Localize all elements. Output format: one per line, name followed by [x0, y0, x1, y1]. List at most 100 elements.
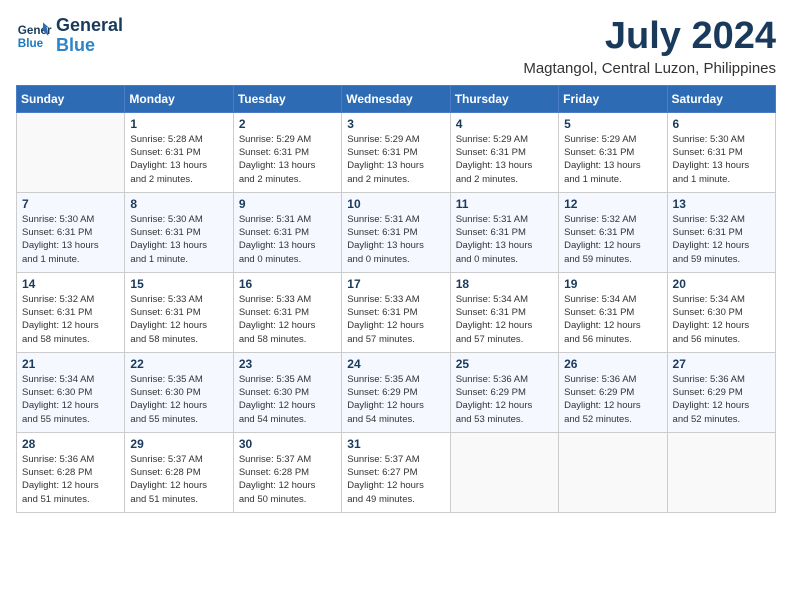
- cell-info: Sunrise: 5:28 AM Sunset: 6:31 PM Dayligh…: [130, 133, 227, 186]
- logo: General Blue General Blue: [16, 16, 123, 56]
- day-number: 25: [456, 357, 553, 371]
- calendar-cell: 26 Sunrise: 5:36 AM Sunset: 6:29 PM Dayli…: [559, 352, 667, 432]
- weekday-header-thursday: Thursday: [450, 85, 558, 112]
- calendar-cell: 16 Sunrise: 5:33 AM Sunset: 6:31 PM Dayli…: [233, 272, 341, 352]
- calendar-cell: [450, 432, 558, 512]
- day-number: 18: [456, 277, 553, 291]
- weekday-header-sunday: Sunday: [17, 85, 125, 112]
- calendar-cell: 5Sunrise: 5:29 AM Sunset: 6:31 PM Daylig…: [559, 112, 667, 192]
- calendar-cell: 3Sunrise: 5:29 AM Sunset: 6:31 PM Daylig…: [342, 112, 450, 192]
- calendar-week-4: 21Sunrise: 5:34 AM Sunset: 6:30 PM Dayli…: [17, 352, 776, 432]
- calendar-cell: 15 Sunrise: 5:33 AM Sunset: 6:31 PM Dayli…: [125, 272, 233, 352]
- calendar-cell: 18 Sunrise: 5:34 AM Sunset: 6:31 PM Dayli…: [450, 272, 558, 352]
- calendar-cell: 20 Sunrise: 5:34 AM Sunset: 6:30 PM Dayli…: [667, 272, 775, 352]
- calendar-cell: 6 Sunrise: 5:30 AM Sunset: 6:31 PM Daylig…: [667, 112, 775, 192]
- calendar-cell: 1 Sunrise: 5:28 AM Sunset: 6:31 PM Daylig…: [125, 112, 233, 192]
- cell-info: Sunrise: 5:30 AM Sunset: 6:31 PM Dayligh…: [130, 213, 227, 266]
- cell-info: Sunrise: 5:31 AM Sunset: 6:31 PM Dayligh…: [347, 213, 444, 266]
- calendar-cell: 19 Sunrise: 5:34 AM Sunset: 6:31 PM Dayli…: [559, 272, 667, 352]
- day-number: 1: [130, 117, 227, 131]
- cell-info: Sunrise: 5:29 AM Sunset: 6:31 PM Dayligh…: [239, 133, 336, 186]
- calendar-cell: 8Sunrise: 5:30 AM Sunset: 6:31 PM Daylig…: [125, 192, 233, 272]
- day-number: 31: [347, 437, 444, 451]
- day-number: 26: [564, 357, 661, 371]
- calendar-cell: 14Sunrise: 5:32 AM Sunset: 6:31 PM Dayli…: [17, 272, 125, 352]
- calendar-cell: 7 Sunrise: 5:30 AM Sunset: 6:31 PM Daylig…: [17, 192, 125, 272]
- day-number: 4: [456, 117, 553, 131]
- calendar-cell: 4 Sunrise: 5:29 AM Sunset: 6:31 PM Daylig…: [450, 112, 558, 192]
- calendar-cell: 25 Sunrise: 5:36 AM Sunset: 6:29 PM Dayli…: [450, 352, 558, 432]
- cell-info: Sunrise: 5:32 AM Sunset: 6:31 PM Dayligh…: [22, 293, 119, 346]
- calendar-body: 1 Sunrise: 5:28 AM Sunset: 6:31 PM Daylig…: [17, 112, 776, 512]
- calendar-cell: 21Sunrise: 5:34 AM Sunset: 6:30 PM Dayli…: [17, 352, 125, 432]
- day-number: 7: [22, 197, 119, 211]
- cell-info: Sunrise: 5:32 AM Sunset: 6:31 PM Dayligh…: [673, 213, 770, 266]
- weekday-header-monday: Monday: [125, 85, 233, 112]
- cell-info: Sunrise: 5:36 AM Sunset: 6:29 PM Dayligh…: [456, 373, 553, 426]
- calendar-cell: 11 Sunrise: 5:31 AM Sunset: 6:31 PM Dayli…: [450, 192, 558, 272]
- weekday-header-wednesday: Wednesday: [342, 85, 450, 112]
- calendar-week-5: 28Sunrise: 5:36 AM Sunset: 6:28 PM Dayli…: [17, 432, 776, 512]
- cell-info: Sunrise: 5:37 AM Sunset: 6:28 PM Dayligh…: [239, 453, 336, 506]
- calendar-cell: [17, 112, 125, 192]
- calendar-cell: 13 Sunrise: 5:32 AM Sunset: 6:31 PM Dayli…: [667, 192, 775, 272]
- calendar-cell: 28Sunrise: 5:36 AM Sunset: 6:28 PM Dayli…: [17, 432, 125, 512]
- cell-info: Sunrise: 5:34 AM Sunset: 6:30 PM Dayligh…: [673, 293, 770, 346]
- weekday-header-tuesday: Tuesday: [233, 85, 341, 112]
- day-number: 16: [239, 277, 336, 291]
- day-number: 17: [347, 277, 444, 291]
- cell-info: Sunrise: 5:33 AM Sunset: 6:31 PM Dayligh…: [239, 293, 336, 346]
- logo-text: General Blue: [56, 16, 123, 56]
- calendar-cell: 29Sunrise: 5:37 AM Sunset: 6:28 PM Dayli…: [125, 432, 233, 512]
- day-number: 20: [673, 277, 770, 291]
- weekday-header-row: SundayMondayTuesdayWednesdayThursdayFrid…: [17, 85, 776, 112]
- logo-icon: General Blue: [16, 18, 52, 54]
- cell-info: Sunrise: 5:33 AM Sunset: 6:31 PM Dayligh…: [130, 293, 227, 346]
- cell-info: Sunrise: 5:30 AM Sunset: 6:31 PM Dayligh…: [673, 133, 770, 186]
- cell-info: Sunrise: 5:36 AM Sunset: 6:29 PM Dayligh…: [673, 373, 770, 426]
- calendar-header: SundayMondayTuesdayWednesdayThursdayFrid…: [17, 85, 776, 112]
- cell-info: Sunrise: 5:35 AM Sunset: 6:30 PM Dayligh…: [239, 373, 336, 426]
- calendar-table: SundayMondayTuesdayWednesdayThursdayFrid…: [16, 85, 776, 513]
- cell-info: Sunrise: 5:30 AM Sunset: 6:31 PM Dayligh…: [22, 213, 119, 266]
- day-number: 11: [456, 197, 553, 211]
- day-number: 15: [130, 277, 227, 291]
- cell-info: Sunrise: 5:31 AM Sunset: 6:31 PM Dayligh…: [456, 213, 553, 266]
- day-number: 23: [239, 357, 336, 371]
- calendar-week-2: 7 Sunrise: 5:30 AM Sunset: 6:31 PM Daylig…: [17, 192, 776, 272]
- cell-info: Sunrise: 5:33 AM Sunset: 6:31 PM Dayligh…: [347, 293, 444, 346]
- day-number: 19: [564, 277, 661, 291]
- cell-info: Sunrise: 5:36 AM Sunset: 6:28 PM Dayligh…: [22, 453, 119, 506]
- calendar-cell: 23 Sunrise: 5:35 AM Sunset: 6:30 PM Dayli…: [233, 352, 341, 432]
- weekday-header-friday: Friday: [559, 85, 667, 112]
- cell-info: Sunrise: 5:34 AM Sunset: 6:31 PM Dayligh…: [456, 293, 553, 346]
- day-number: 24: [347, 357, 444, 371]
- day-number: 9: [239, 197, 336, 211]
- day-number: 3: [347, 117, 444, 131]
- day-number: 13: [673, 197, 770, 211]
- month-title: July 2024: [523, 16, 776, 58]
- day-number: 27: [673, 357, 770, 371]
- cell-info: Sunrise: 5:34 AM Sunset: 6:31 PM Dayligh…: [564, 293, 661, 346]
- calendar-cell: 9 Sunrise: 5:31 AM Sunset: 6:31 PM Daylig…: [233, 192, 341, 272]
- calendar-cell: 2 Sunrise: 5:29 AM Sunset: 6:31 PM Daylig…: [233, 112, 341, 192]
- cell-info: Sunrise: 5:37 AM Sunset: 6:28 PM Dayligh…: [130, 453, 227, 506]
- calendar-cell: [559, 432, 667, 512]
- cell-info: Sunrise: 5:29 AM Sunset: 6:31 PM Dayligh…: [456, 133, 553, 186]
- location-title: Magtangol, Central Luzon, Philippines: [523, 60, 776, 77]
- day-number: 2: [239, 117, 336, 131]
- weekday-header-saturday: Saturday: [667, 85, 775, 112]
- day-number: 5: [564, 117, 661, 131]
- page-header: General Blue General Blue July 2024 Magt…: [16, 16, 776, 77]
- cell-info: Sunrise: 5:35 AM Sunset: 6:29 PM Dayligh…: [347, 373, 444, 426]
- cell-info: Sunrise: 5:31 AM Sunset: 6:31 PM Dayligh…: [239, 213, 336, 266]
- svg-text:Blue: Blue: [18, 37, 44, 50]
- calendar-cell: [667, 432, 775, 512]
- calendar-cell: 12Sunrise: 5:32 AM Sunset: 6:31 PM Dayli…: [559, 192, 667, 272]
- day-number: 12: [564, 197, 661, 211]
- day-number: 22: [130, 357, 227, 371]
- calendar-cell: 31Sunrise: 5:37 AM Sunset: 6:27 PM Dayli…: [342, 432, 450, 512]
- calendar-cell: 27 Sunrise: 5:36 AM Sunset: 6:29 PM Dayli…: [667, 352, 775, 432]
- day-number: 6: [673, 117, 770, 131]
- cell-info: Sunrise: 5:36 AM Sunset: 6:29 PM Dayligh…: [564, 373, 661, 426]
